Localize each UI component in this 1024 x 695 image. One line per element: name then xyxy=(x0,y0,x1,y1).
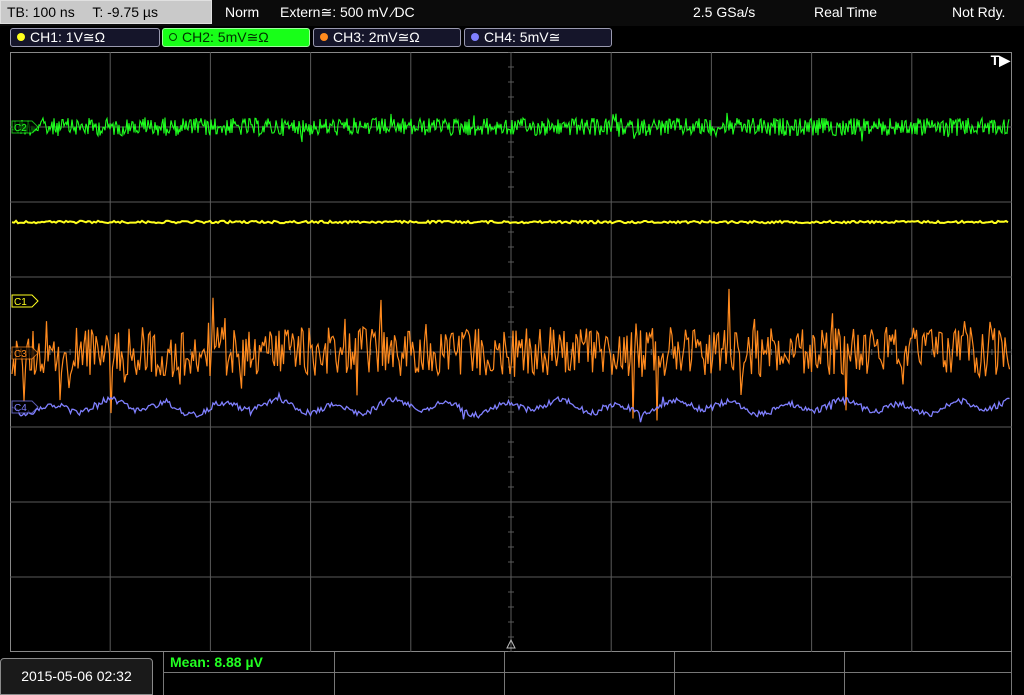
ch1-dot-icon xyxy=(17,33,25,41)
measurement-cell[interactable] xyxy=(335,652,505,673)
trigger-indicator-icon: T▶ xyxy=(990,52,1010,68)
ch1-marker[interactable]: C1 xyxy=(11,294,39,308)
ch2-marker-label: C2 xyxy=(14,123,27,134)
trigger-offset-label: T: -9.75 µs xyxy=(92,4,158,20)
sample-rate: 2.5 GSa/s xyxy=(693,4,756,20)
tab-ch4-label: CH4: 5mV≅ xyxy=(484,29,561,45)
acquisition-status: Not Rdy. xyxy=(952,4,1006,20)
tab-ch4[interactable]: CH4: 5mV≅ xyxy=(464,28,612,47)
measurement-cell[interactable] xyxy=(163,673,335,695)
measurement-cell[interactable] xyxy=(675,673,845,695)
tab-ch1-label: CH1: 1V≅Ω xyxy=(30,29,106,45)
ch4-dot-icon xyxy=(471,33,479,41)
tab-ch2-label: CH2: 5mV≅Ω xyxy=(182,29,269,45)
date-time: 2015-05-06 02:32 xyxy=(0,658,153,695)
tab-ch2[interactable]: CH2: 5mV≅Ω xyxy=(162,28,310,47)
measurement-cell[interactable]: Mean: 8.88 µV xyxy=(163,652,335,673)
timebase-label: TB: 100 ns xyxy=(7,4,75,20)
measurement-cell[interactable] xyxy=(505,652,675,673)
bottom-bar: 2015-05-06 02:32 Mean: 8.88 µV xyxy=(0,652,1024,695)
measurement-cell[interactable] xyxy=(845,673,1012,695)
acquisition-mode: Real Time xyxy=(814,4,878,20)
trace-ch1 xyxy=(11,219,1009,225)
timebase-box[interactable]: TB: 100 ns T: -9.75 µs xyxy=(0,0,212,24)
measurement-cell[interactable] xyxy=(505,673,675,695)
graticule xyxy=(10,52,1012,652)
tab-ch1[interactable]: CH1: 1V≅Ω xyxy=(10,28,160,47)
ch3-dot-icon xyxy=(320,33,328,41)
measurement-cell[interactable] xyxy=(675,652,845,673)
trigger-source[interactable]: Extern≅: 500 mV ⁄DC xyxy=(280,0,415,24)
mean-measurement: Mean: 8.88 µV xyxy=(170,654,263,670)
ch2-dot-icon xyxy=(169,33,177,41)
channel-tabs: CH1: 1V≅Ω CH2: 5mV≅Ω CH3: 2mV≅Ω CH4: 5mV… xyxy=(0,26,1024,50)
ch3-marker-label: C3 xyxy=(14,349,27,360)
ch1-marker-label: C1 xyxy=(14,297,27,308)
ch2-marker[interactable]: C2 xyxy=(11,120,39,134)
trigger-mode[interactable]: Norm xyxy=(225,0,259,24)
top-status-bar: TB: 100 ns T: -9.75 µs Norm Extern≅: 500… xyxy=(0,0,1024,26)
measurement-table: Mean: 8.88 µV xyxy=(163,652,1012,695)
waveform-display[interactable]: C1 C2 C3 C4 xyxy=(10,52,1012,652)
tab-ch3[interactable]: CH3: 2mV≅Ω xyxy=(313,28,461,47)
ch4-marker-label: C4 xyxy=(14,403,27,414)
measurement-cell[interactable] xyxy=(335,673,505,695)
measurement-cell[interactable] xyxy=(845,652,1012,673)
tab-ch3-label: CH3: 2mV≅Ω xyxy=(333,29,420,45)
